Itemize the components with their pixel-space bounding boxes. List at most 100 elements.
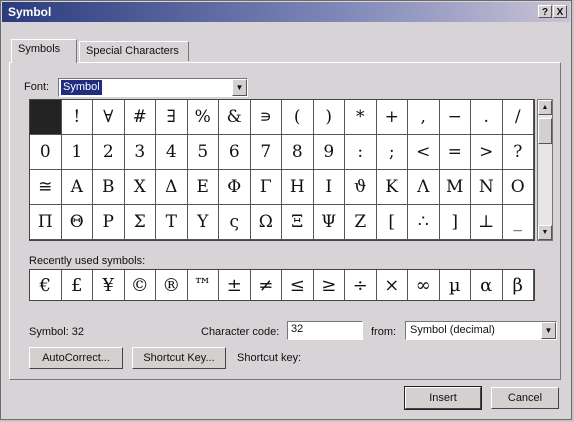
symbol-cell[interactable]: =: [439, 135, 471, 170]
autocorrect-button[interactable]: AutoCorrect...: [29, 347, 123, 369]
recent-symbol-cell[interactable]: β: [503, 270, 534, 300]
chevron-down-icon[interactable]: ▼: [541, 322, 556, 339]
symbol-cell[interactable]: ∀: [93, 100, 125, 135]
cancel-button[interactable]: Cancel: [491, 387, 559, 409]
symbol-cell[interactable]: 6: [219, 135, 251, 170]
symbol-cell[interactable]: Ε: [187, 170, 219, 205]
scroll-up-icon[interactable]: ▲: [538, 100, 552, 115]
symbol-cell[interactable]: Β: [93, 170, 125, 205]
symbol-cell[interactable]: ,: [408, 100, 440, 135]
symbol-cell[interactable]: ϑ: [345, 170, 377, 205]
insert-button[interactable]: Insert: [404, 386, 482, 410]
symbol-cell[interactable]: #: [124, 100, 156, 135]
symbol-cell[interactable]: ⊥: [471, 205, 503, 240]
symbol-cell[interactable]: Ι: [313, 170, 345, 205]
font-select[interactable]: Symbol ▼: [58, 78, 248, 97]
symbol-cell[interactable]: ]: [439, 205, 471, 240]
symbol-cell[interactable]: −: [439, 100, 471, 135]
symbol-grid-scrollbar[interactable]: ▲ ▼: [537, 99, 553, 241]
recent-symbol-cell[interactable]: £: [62, 270, 93, 300]
tab-symbols[interactable]: Symbols: [11, 39, 77, 63]
symbol-cell[interactable]: 2: [93, 135, 125, 170]
symbol-cell[interactable]: !: [61, 100, 93, 135]
from-select[interactable]: Symbol (decimal) ▼: [405, 321, 557, 340]
symbol-cell[interactable]: ?: [502, 135, 534, 170]
symbol-cell[interactable]: Ξ: [282, 205, 314, 240]
recent-symbol-cell[interactable]: µ: [440, 270, 471, 300]
symbol-cell[interactable]: Α: [61, 170, 93, 205]
symbol-cell[interactable]: >: [471, 135, 503, 170]
symbol-cell[interactable]: Μ: [439, 170, 471, 205]
recent-symbol-cell[interactable]: ≤: [282, 270, 314, 300]
symbol-cell[interactable]: <: [408, 135, 440, 170]
tab-special-characters[interactable]: Special Characters: [79, 41, 189, 61]
recent-symbol-cell[interactable]: ¥: [93, 270, 125, 300]
chevron-down-icon[interactable]: ▼: [232, 79, 247, 96]
scroll-down-icon[interactable]: ▼: [538, 225, 552, 240]
recent-symbol-cell[interactable]: ±: [219, 270, 251, 300]
symbol-cell[interactable]: ς: [219, 205, 251, 240]
recent-symbol-cell[interactable]: ©: [125, 270, 156, 300]
symbol-cell[interactable]: [: [376, 205, 408, 240]
recent-symbol-cell[interactable]: ™: [188, 270, 219, 300]
recent-symbols-strip[interactable]: € £ ¥ © ® ™ ± ≠ ≤ ≥ ÷ × ∞ µ α β: [29, 269, 535, 301]
symbol-cell[interactable]: *: [345, 100, 377, 135]
symbol-cell[interactable]: Ν: [471, 170, 503, 205]
recent-symbol-cell[interactable]: €: [30, 270, 62, 300]
symbol-cell[interactable]: Λ: [408, 170, 440, 205]
shortcut-key-button[interactable]: Shortcut Key...: [132, 347, 226, 369]
help-button[interactable]: ?: [538, 5, 552, 18]
symbol-cell[interactable]: Ο: [502, 170, 534, 205]
symbol-cell[interactable]: 7: [250, 135, 282, 170]
symbol-cell[interactable]: ): [313, 100, 345, 135]
symbol-cell[interactable]: _: [502, 205, 534, 240]
symbol-cell[interactable]: .: [471, 100, 503, 135]
symbol-cell[interactable]: Θ: [61, 205, 93, 240]
recent-symbol-cell[interactable]: ∞: [408, 270, 440, 300]
symbol-cell[interactable]: 4: [156, 135, 188, 170]
symbol-cell[interactable]: 5: [187, 135, 219, 170]
symbol-cell[interactable]: Η: [282, 170, 314, 205]
symbol-cell[interactable]: +: [376, 100, 408, 135]
close-button[interactable]: X: [553, 5, 567, 18]
symbol-cell[interactable]: Π: [30, 205, 62, 240]
recent-symbol-cell[interactable]: α: [471, 270, 503, 300]
symbol-cell[interactable]: ∃: [156, 100, 188, 135]
symbol-cell[interactable]: Τ: [156, 205, 188, 240]
recent-symbol-cell[interactable]: ÷: [345, 270, 377, 300]
symbol-cell[interactable]: Γ: [250, 170, 282, 205]
symbol-cell[interactable]: [30, 100, 62, 135]
symbol-cell[interactable]: 0: [30, 135, 62, 170]
symbol-cell[interactable]: :: [345, 135, 377, 170]
symbol-cell[interactable]: (: [282, 100, 314, 135]
symbol-cell[interactable]: 9: [313, 135, 345, 170]
recent-symbol-cell[interactable]: ®: [156, 270, 188, 300]
symbol-cell[interactable]: Ρ: [93, 205, 125, 240]
symbol-cell[interactable]: &: [219, 100, 251, 135]
symbol-cell[interactable]: Σ: [124, 205, 156, 240]
character-code-input[interactable]: 32: [287, 321, 363, 340]
symbol-cell[interactable]: ;: [376, 135, 408, 170]
scroll-thumb[interactable]: [538, 118, 552, 144]
symbol-cell[interactable]: ≅: [30, 170, 62, 205]
symbol-cell[interactable]: Φ: [219, 170, 251, 205]
recent-symbol-cell[interactable]: ×: [377, 270, 408, 300]
title-bar[interactable]: Symbol ? X: [2, 2, 570, 22]
recent-symbol-cell[interactable]: ≠: [251, 270, 282, 300]
symbol-cell[interactable]: %: [187, 100, 219, 135]
symbol-cell[interactable]: 1: [61, 135, 93, 170]
symbol-cell[interactable]: 3: [124, 135, 156, 170]
symbol-cell[interactable]: ∴: [408, 205, 440, 240]
recent-symbol-cell[interactable]: ≥: [314, 270, 345, 300]
symbol-cell[interactable]: Ω: [250, 205, 282, 240]
symbol-cell[interactable]: 8: [282, 135, 314, 170]
symbol-cell[interactable]: Κ: [376, 170, 408, 205]
symbol-cell[interactable]: Υ: [187, 205, 219, 240]
symbol-grid[interactable]: ! ∀ # ∃% & ∍() * +, −./ 0 1 2 3 4 5 6 7 8 9:; < = >? ≅ Α Β Χ Δ Ε Φ Γ Η…: [29, 99, 535, 241]
symbol-cell[interactable]: /: [502, 100, 534, 135]
symbol-cell[interactable]: ∍: [250, 100, 282, 135]
symbol-cell[interactable]: Ψ: [313, 205, 345, 240]
symbol-cell[interactable]: Ζ: [345, 205, 377, 240]
symbol-cell[interactable]: Χ: [124, 170, 156, 205]
symbol-cell[interactable]: Δ: [156, 170, 188, 205]
